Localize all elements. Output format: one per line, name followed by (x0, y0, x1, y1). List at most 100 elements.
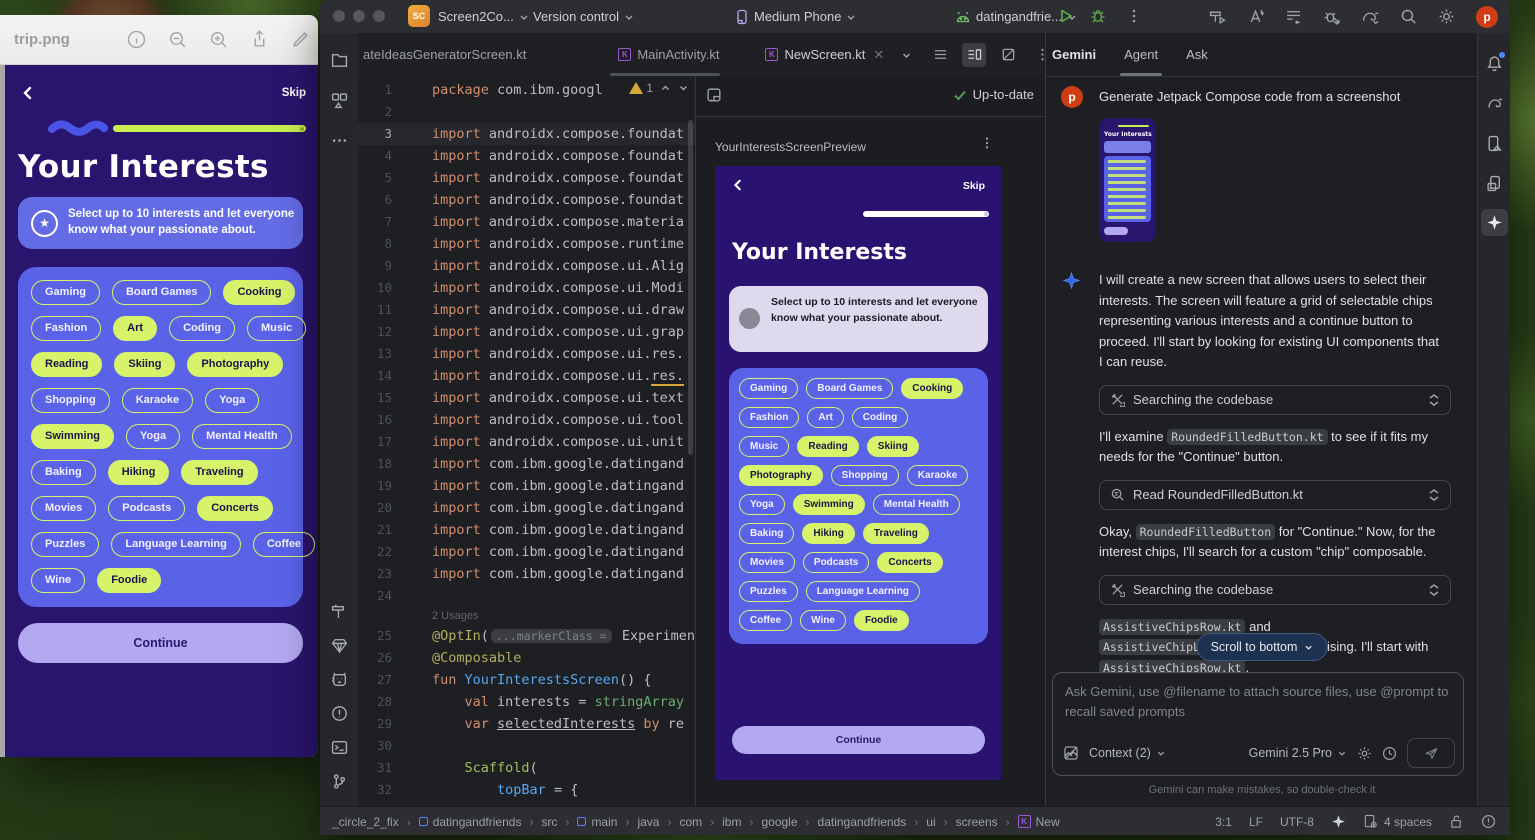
problems-indicator-icon[interactable] (1481, 814, 1496, 829)
project-selector[interactable]: Screen2Co... (438, 0, 529, 33)
tool-step-searching-the-codebase[interactable]: Searching the codebase (1099, 575, 1451, 605)
breadcrumb-screens[interactable]: screens (956, 815, 998, 829)
code-line[interactable]: 18import com.ibm.google.datingand (358, 453, 695, 475)
ai-rename-icon[interactable] (1247, 8, 1264, 25)
code-line[interactable]: 14import androidx.compose.ui.res. (358, 365, 695, 387)
send-button[interactable] (1407, 738, 1455, 768)
code-line[interactable]: 11import androidx.compose.ui.draw (358, 299, 695, 321)
build-tool-icon[interactable] (320, 594, 358, 628)
app-quality-insights-icon[interactable] (320, 628, 358, 662)
gemini-conversation[interactable]: p Generate Jetpack Compose code from a s… (1046, 76, 1478, 686)
gradle-icon[interactable] (1478, 83, 1510, 123)
problems-icon[interactable] (320, 696, 358, 730)
device-manager-icon[interactable] (1478, 163, 1510, 203)
breadcrumb-datingandfriends[interactable]: datingandfriends (419, 815, 522, 829)
code-line[interactable]: 26@Composable (358, 647, 695, 669)
project-tool-icon[interactable] (320, 43, 358, 77)
tab-newscreen[interactable]: K NewScreen.kt ✕ (755, 33, 894, 76)
markup-pencil-icon[interactable] (291, 30, 310, 49)
code-view-icon[interactable] (928, 43, 952, 67)
zoom-out-icon[interactable] (168, 30, 187, 49)
indent-config[interactable]: 4 spaces (1363, 814, 1432, 829)
code-lines[interactable]: 1package com.ibm.googl23import androidx.… (358, 79, 695, 801)
breadcrumb-main[interactable]: main (577, 815, 617, 829)
breadcrumb-ibm[interactable]: ibm (722, 815, 741, 829)
more-tool-windows-icon[interactable] (320, 123, 358, 157)
breadcrumb-ui[interactable]: ui (926, 815, 935, 829)
code-line[interactable]: 7import androidx.compose.materia (358, 211, 695, 233)
history-clock-icon[interactable] (1382, 746, 1397, 761)
tab-mainactivity[interactable]: K MainActivity.kt (608, 33, 729, 76)
profiler-icon[interactable] (1323, 8, 1340, 25)
running-devices-icon[interactable] (1478, 123, 1510, 163)
code-line[interactable]: 8import androidx.compose.runtime (358, 233, 695, 255)
more-actions-icon[interactable] (1126, 8, 1142, 24)
ai-sparkle-icon[interactable] (1331, 814, 1346, 829)
tool-step-read-roundedfilledbutton-kt[interactable]: Read RoundedFilledButton.kt (1099, 480, 1451, 510)
prompt-settings-gear-icon[interactable] (1357, 746, 1372, 761)
code-line[interactable]: 12import androidx.compose.ui.grap (358, 321, 695, 343)
tab-ask[interactable]: Ask (1186, 33, 1208, 76)
code-line[interactable]: 13import androidx.compose.ui.res. (358, 343, 695, 365)
code-editor[interactable]: 1package com.ibm.googl23import androidx.… (358, 76, 695, 806)
context-selector[interactable]: Context (2) (1089, 746, 1166, 760)
tool-step-searching-the-codebase[interactable]: Searching the codebase (1099, 385, 1451, 415)
gradle-sync-icon[interactable] (1361, 8, 1379, 25)
code-line[interactable]: 21import com.ibm.google.datingand (358, 519, 695, 541)
line-separator[interactable]: LF (1249, 815, 1263, 829)
ui-check-icon[interactable] (706, 87, 723, 104)
usages-hint[interactable]: 2 Usages (358, 607, 695, 625)
code-line[interactable]: 6import androidx.compose.foundat (358, 189, 695, 211)
attach-image-icon[interactable] (1063, 745, 1079, 761)
code-line[interactable]: 16import androidx.compose.ui.tool (358, 409, 695, 431)
expand-collapse-icon[interactable] (1428, 393, 1440, 407)
breadcrumb--circle-2-fix[interactable]: _circle_2_fix (332, 815, 399, 829)
editor-scrollbar[interactable] (688, 120, 693, 455)
device-selector[interactable]: Medium Phone (735, 0, 856, 33)
code-line[interactable]: 15import androidx.compose.ui.text (358, 387, 695, 409)
terminal-icon[interactable] (320, 730, 358, 764)
build-icon[interactable] (1209, 8, 1226, 25)
preview-name[interactable]: YourInterestsScreenPreview (715, 140, 866, 154)
code-line[interactable]: 3import androidx.compose.foundat (358, 123, 695, 145)
code-line[interactable]: 27fun YourInterestsScreen() { (358, 669, 695, 691)
expand-collapse-icon[interactable] (1428, 583, 1440, 597)
code-line[interactable]: 4import androidx.compose.foundat (358, 145, 695, 167)
tab-agent[interactable]: Agent (1124, 33, 1158, 76)
code-line[interactable]: 31 Scaffold( (358, 757, 695, 779)
close-tab-icon[interactable]: ✕ (873, 47, 884, 63)
breadcrumb-com[interactable]: com (679, 815, 702, 829)
code-line[interactable]: 2 (358, 101, 695, 123)
breadcrumb-datingandfriends[interactable]: datingandfriends (818, 815, 907, 829)
expand-collapse-icon[interactable] (1428, 488, 1440, 502)
tab-dateideasgeneratorscreen[interactable]: ateIdeasGeneratorScreen.kt (358, 33, 536, 76)
code-line[interactable]: 17import androidx.compose.ui.unit (358, 431, 695, 453)
model-selector[interactable]: Gemini 2.5 Pro (1249, 746, 1347, 760)
code-line[interactable]: 25@OptIn(...markerClass = Experiment (358, 625, 695, 647)
code-line[interactable]: 9import androidx.compose.ui.Alig (358, 255, 695, 277)
design-view-icon[interactable] (996, 43, 1020, 67)
code-line[interactable]: 32 topBar = { (358, 779, 695, 801)
breadcrumb-java[interactable]: java (637, 815, 659, 829)
code-line[interactable]: 28 val interests = stringArray (358, 691, 695, 713)
version-control-branch-icon[interactable] (320, 764, 358, 798)
tabs-dropdown-chevron-icon[interactable] (894, 43, 918, 67)
preview-options-icon[interactable] (980, 136, 994, 150)
local-history-icon[interactable] (1285, 8, 1302, 25)
user-avatar[interactable]: p (1476, 6, 1498, 28)
logcat-icon[interactable] (320, 662, 358, 696)
settings-gear-icon[interactable] (1438, 8, 1455, 25)
gemini-tool-icon[interactable] (1481, 209, 1508, 236)
code-line[interactable]: 22import com.ibm.google.datingand (358, 541, 695, 563)
gemini-prompt-input[interactable]: Ask Gemini, use @filename to attach sour… (1052, 672, 1464, 776)
vcs-widget[interactable]: Version control (533, 0, 634, 33)
breadcrumb-src[interactable]: src (541, 815, 557, 829)
code-line[interactable]: 23import com.ibm.google.datingand (358, 563, 695, 585)
attached-screenshot-thumbnail[interactable]: Your Interests (1099, 118, 1156, 242)
debug-button[interactable] (1090, 8, 1106, 24)
code-line[interactable]: 20import com.ibm.google.datingand (358, 497, 695, 519)
search-everywhere-icon[interactable] (1400, 8, 1417, 25)
code-line[interactable]: 19import com.ibm.google.datingand (358, 475, 695, 497)
info-icon[interactable] (127, 30, 146, 49)
run-button[interactable] (1058, 8, 1074, 24)
